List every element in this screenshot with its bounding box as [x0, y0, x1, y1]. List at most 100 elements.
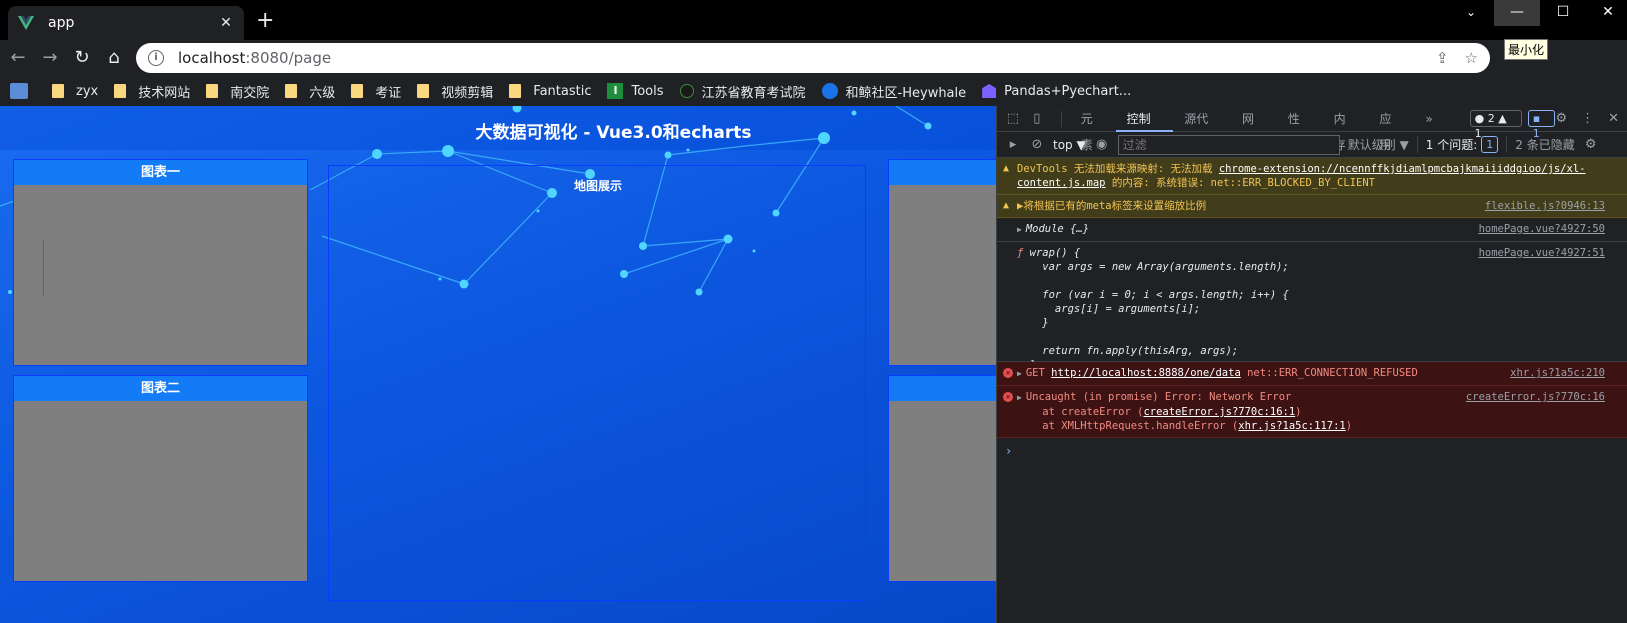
- page-viewport: 大数据可视化 - Vue3.0和echarts 图表一 图表二 地图展示: [0, 106, 996, 623]
- stack-line: at createError (createError.js?770c:16:1…: [1017, 405, 1619, 419]
- bookmark-item[interactable]: 和鲸社区-Heywhale: [821, 82, 966, 101]
- request-url-link[interactable]: http://localhost:8888/one/data: [1051, 367, 1241, 379]
- error-icon: ✕: [1003, 368, 1013, 378]
- context-selector[interactable]: top ▼: [1053, 138, 1086, 152]
- apps-icon: [10, 83, 28, 99]
- tab-memory[interactable]: 内存: [1323, 106, 1369, 152]
- bookmark-item[interactable]: zyx: [52, 84, 98, 99]
- clear-console-icon[interactable]: ⊘: [1029, 137, 1045, 153]
- source-link[interactable]: xhr.js?1a5c:210: [1510, 366, 1605, 380]
- tab-close-icon[interactable]: ✕: [218, 15, 234, 31]
- bookmark-label: 视频剪辑: [441, 85, 494, 101]
- panel-title-empty: [889, 160, 996, 185]
- bookmark-item[interactable]: Fantastic: [509, 84, 591, 99]
- tab-network[interactable]: 网络: [1231, 106, 1277, 152]
- stack-link[interactable]: createError.js?770c:16:1: [1143, 406, 1295, 418]
- bookmark-item[interactable]: 技术网站: [114, 82, 190, 101]
- expand-triangle-icon[interactable]: ▶: [1017, 369, 1022, 378]
- stack-text: at XMLHttpRequest.handleError (: [1017, 420, 1239, 432]
- bookmark-item[interactable]: Pandas+Pyechart...: [982, 84, 1131, 99]
- tab-application[interactable]: 应用: [1368, 106, 1414, 152]
- chart-panel-one: 图表一: [13, 159, 308, 366]
- source-link[interactable]: flexible.js?0946:13: [1485, 199, 1605, 213]
- live-expression-eye-icon[interactable]: ◉: [1094, 137, 1110, 153]
- address-bar[interactable]: i localhost :8080/page ⇪ ☆: [136, 43, 1490, 73]
- close-devtools-icon[interactable]: ✕: [1608, 111, 1619, 126]
- log-text[interactable]: Module {…}: [1026, 223, 1089, 235]
- bookmarks-bar: zyx 技术网站 南交院 六级 考证 视频剪辑 Fantastic I Tools…: [0, 76, 1627, 106]
- expand-triangle-icon[interactable]: ▶: [1017, 225, 1022, 234]
- console-settings-icon[interactable]: ⚙: [1583, 137, 1599, 153]
- filter-input[interactable]: [1117, 134, 1340, 155]
- tab-title: app: [48, 15, 75, 31]
- issue-counts-badge[interactable]: ● 2 ▲ 1: [1469, 110, 1522, 140]
- tab-console[interactable]: 控制台: [1115, 106, 1174, 152]
- sidebar-toggle-icon[interactable]: ▸: [1005, 137, 1021, 153]
- more-tabs-button[interactable]: »: [1414, 106, 1443, 132]
- bookmark-star-icon[interactable]: ☆: [1465, 49, 1478, 67]
- bookmark-label: Tools: [631, 83, 664, 99]
- chart-placeholder-line: [43, 240, 44, 296]
- bookmark-label: 技术网站: [138, 85, 191, 101]
- minimize-button[interactable]: —: [1494, 0, 1540, 26]
- stack-text: ): [1345, 420, 1353, 432]
- devtools-panel: ⬚ ▯ 元素 控制台 源代码 网络 性能 内存 应用 » ● 2 ▲ 1 ▪ 1…: [996, 106, 1627, 623]
- bookmark-label: 江苏省教育考试院: [701, 85, 806, 101]
- inspect-element-icon[interactable]: ⬚: [1005, 111, 1021, 127]
- console-error: ✕ ▶ Uncaught (in promise) Error: Network …: [997, 386, 1627, 438]
- bookmark-label: Fantastic: [533, 83, 592, 99]
- folder-icon: [52, 84, 64, 98]
- bookmark-item[interactable]: 考证: [351, 82, 401, 101]
- back-arrow-icon[interactable]: ←: [6, 46, 30, 70]
- function-icon: ƒ: [1017, 247, 1024, 259]
- console-warning: ▲ ▶将根据已有的meta标签来设置缩放比例 flexible.js?0946:…: [997, 195, 1627, 218]
- bookmark-item[interactable]: 视频剪辑: [417, 82, 493, 101]
- console-prompt[interactable]: ›: [997, 438, 1627, 464]
- issues-label: 1 个问题:: [1425, 138, 1478, 152]
- expand-triangle-icon[interactable]: ▶: [1017, 393, 1022, 402]
- log-levels-dropdown[interactable]: 默认级别 ▼: [1348, 136, 1409, 153]
- tab-elements[interactable]: 元素: [1070, 106, 1116, 152]
- info-badge[interactable]: ▪ 1: [1527, 110, 1556, 140]
- tab-performance[interactable]: 性能: [1277, 106, 1323, 152]
- tab-sources[interactable]: 源代码: [1173, 106, 1231, 152]
- error-count: ● 2: [1474, 112, 1495, 125]
- stack-text: at createError (: [1017, 406, 1144, 418]
- tab-search-icon[interactable]: ⌄: [1448, 0, 1494, 26]
- bookmark-label: 考证: [375, 85, 402, 101]
- bookmark-item[interactable]: 六级: [285, 82, 335, 101]
- browser-tab[interactable]: app ✕: [8, 6, 244, 40]
- bookmark-item[interactable]: 江苏省教育考试院: [679, 82, 806, 101]
- hidden-messages-count: 2 条已隐藏: [1506, 136, 1575, 153]
- chart-panel-two: 图表二: [13, 375, 308, 582]
- source-link[interactable]: homePage.vue?4927:51: [1479, 246, 1605, 260]
- forward-arrow-icon[interactable]: →: [38, 46, 62, 70]
- bookmark-item[interactable]: I Tools: [607, 83, 664, 99]
- devtools-menu-icon[interactable]: ⋮: [1581, 111, 1594, 126]
- error-text: GET: [1025, 367, 1052, 379]
- settings-gear-icon[interactable]: ⚙: [1555, 111, 1567, 126]
- stack-link[interactable]: xhr.js?1a5c:117:1: [1238, 420, 1345, 432]
- warning-icon: ▲: [1003, 163, 1010, 174]
- separator: [1060, 110, 1062, 127]
- maximize-button[interactable]: ☐: [1540, 0, 1586, 26]
- warning-text[interactable]: ▶将根据已有的meta标签来设置缩放比例: [1017, 200, 1206, 212]
- home-icon[interactable]: ⌂: [102, 46, 126, 70]
- chart-panel-four: [888, 375, 996, 582]
- issues-count-badge: 1: [1481, 136, 1499, 153]
- panel-title-empty: [889, 376, 996, 401]
- map-title: 地图展示: [573, 179, 622, 193]
- reload-icon[interactable]: ↻: [70, 46, 94, 70]
- bookmark-label: Pandas+Pyechart...: [1004, 83, 1132, 99]
- issues-button[interactable]: 1 个问题: 1: [1416, 136, 1499, 153]
- share-icon[interactable]: ⇪: [1436, 49, 1449, 67]
- source-link[interactable]: createError.js?770c:16: [1466, 390, 1605, 404]
- stack-line: at XMLHttpRequest.handleError (xhr.js?1a…: [1017, 419, 1619, 433]
- site-info-icon[interactable]: i: [148, 50, 164, 66]
- source-link[interactable]: homePage.vue?4927:50: [1479, 222, 1605, 236]
- apps-shortcut[interactable]: [10, 83, 36, 99]
- device-toolbar-icon[interactable]: ▯: [1029, 111, 1045, 127]
- new-tab-button[interactable]: +: [256, 8, 274, 34]
- bookmark-item[interactable]: 南交院: [206, 82, 269, 101]
- close-window-button[interactable]: ✕: [1585, 0, 1627, 26]
